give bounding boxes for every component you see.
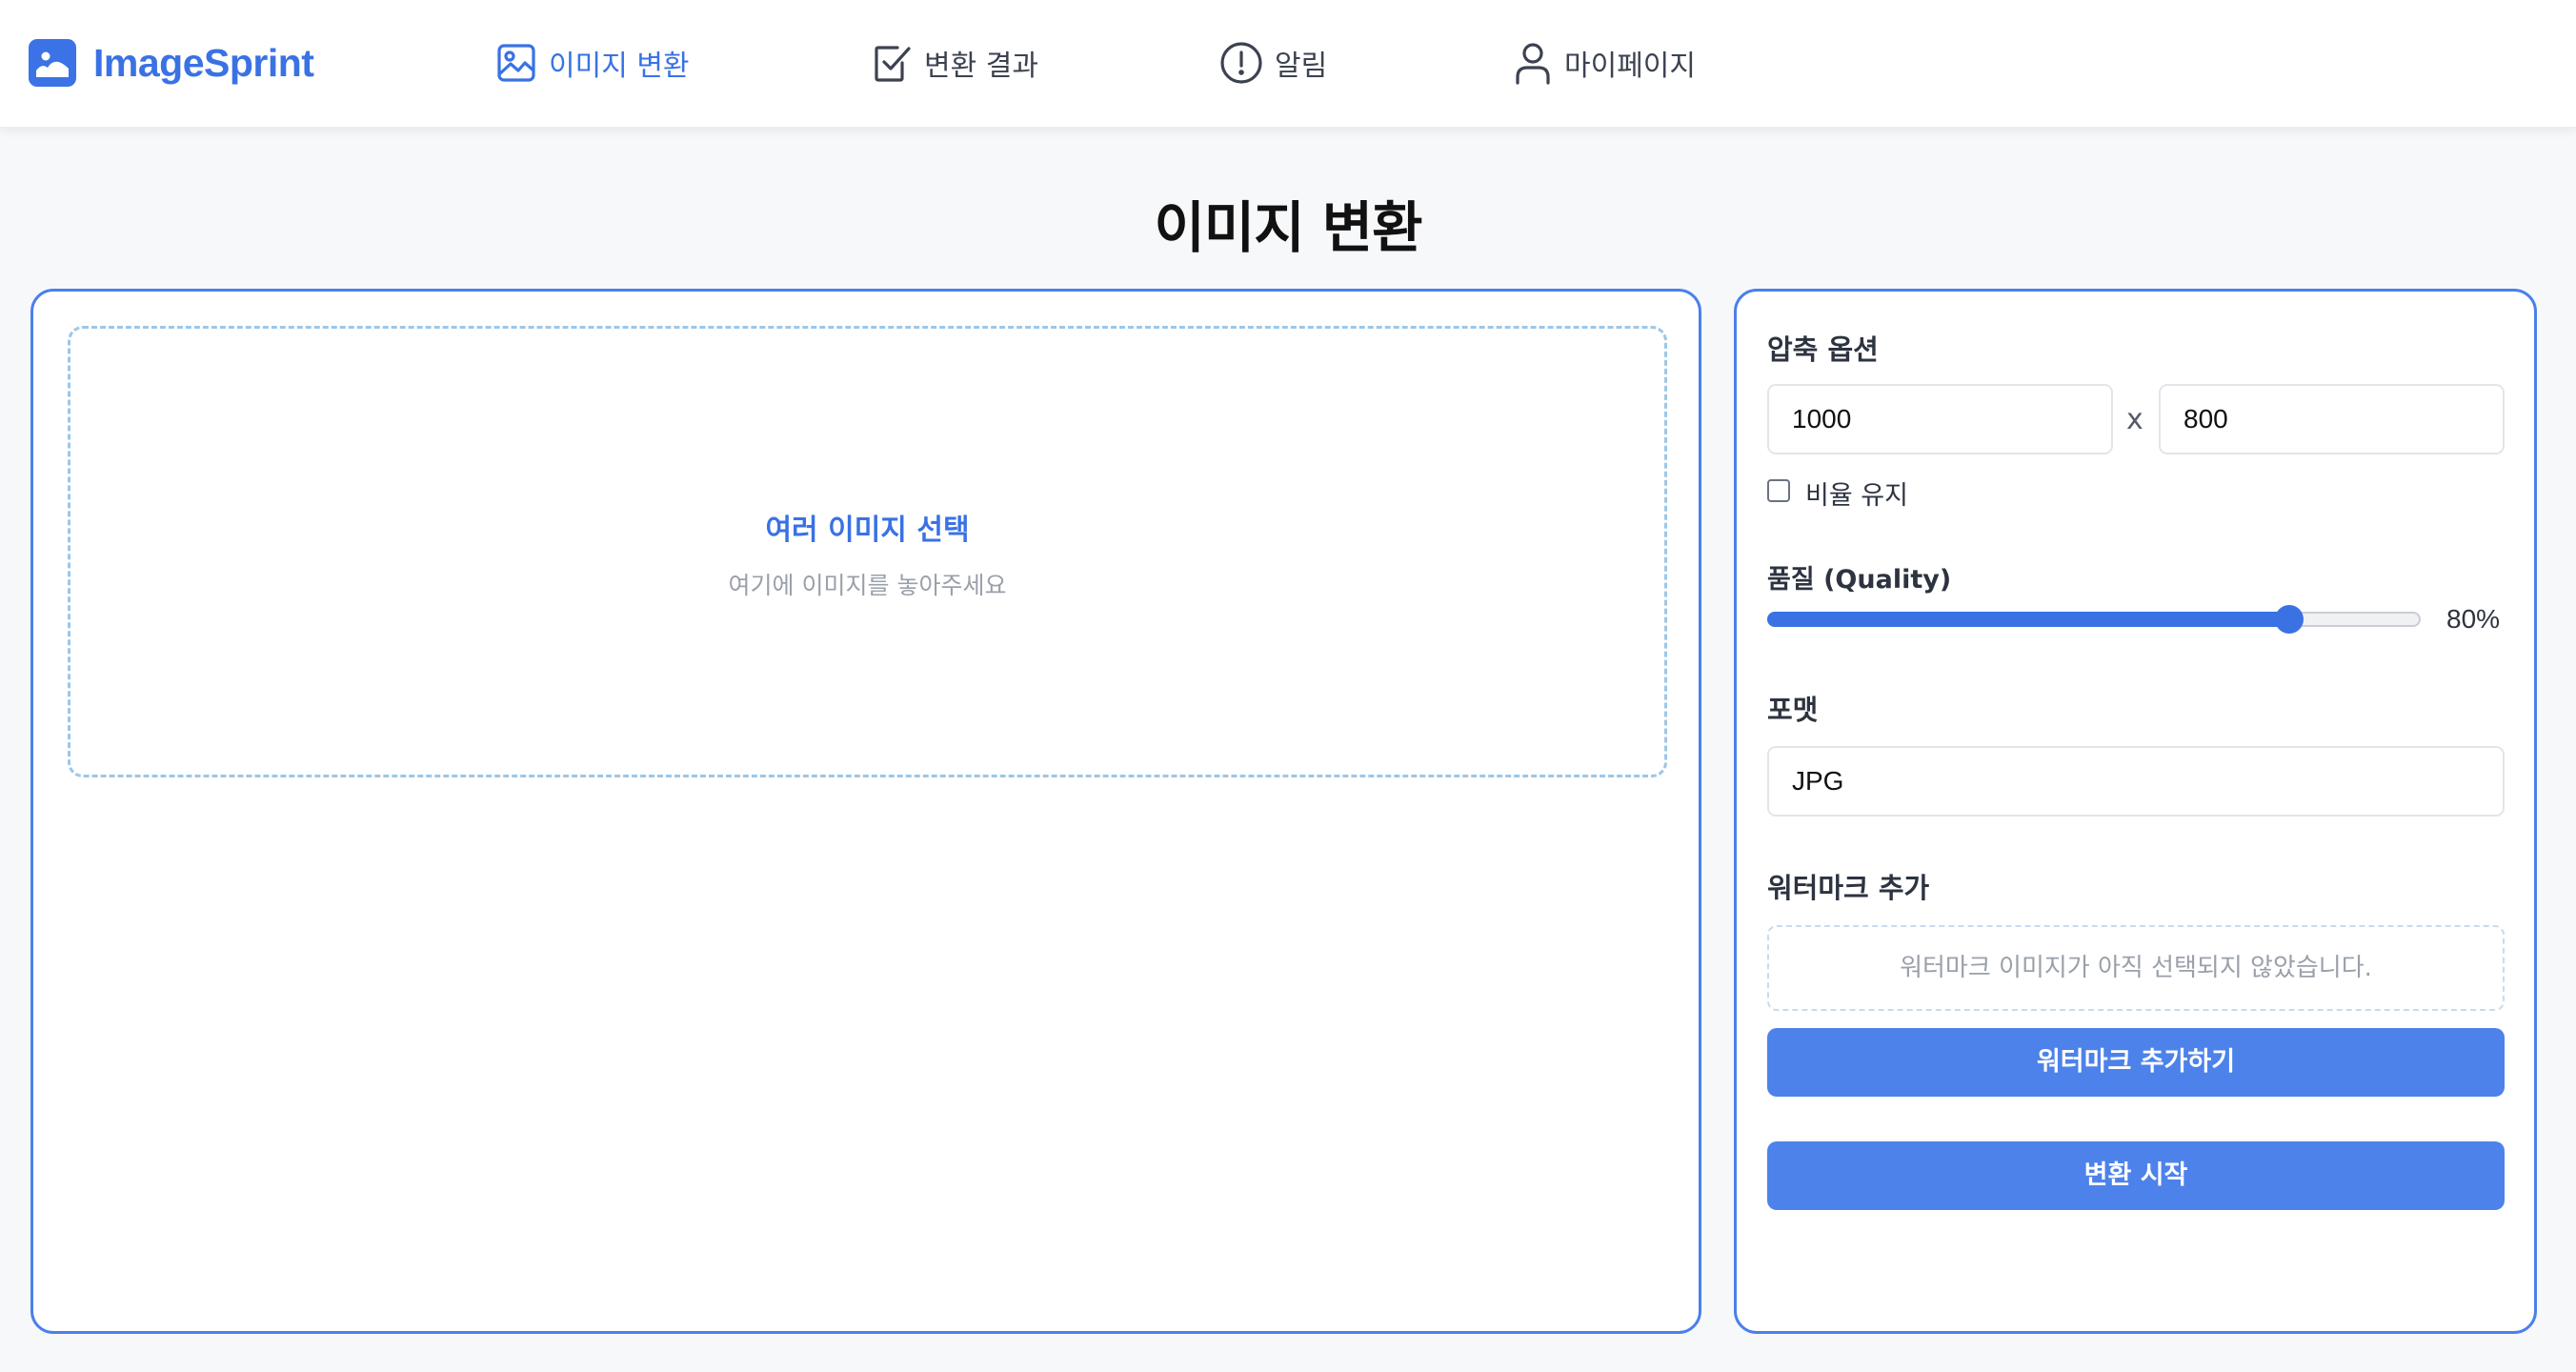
quality-slider[interactable]: [1767, 605, 2421, 634]
watermark-label: 워터마크 추가: [1767, 872, 1930, 904]
dimension-separator: x: [2126, 403, 2143, 436]
compression-options-label: 압축 옵션: [1767, 333, 1879, 366]
nav-label: 이미지 변환: [549, 50, 690, 83]
add-watermark-button[interactable]: 워터마크 추가하기: [1767, 1028, 2505, 1097]
upload-panel: 여러 이미지 선택 여기에 이미지를 놓아주세요: [30, 289, 1701, 1334]
quality-slider-fill: [1767, 612, 2289, 627]
keep-ratio-label: 비율 유지: [1805, 481, 1908, 511]
nav-my-page[interactable]: 마이페이지: [1513, 38, 1696, 88]
height-input[interactable]: 800: [2159, 384, 2505, 454]
options-panel: 압축 옵션 1000 x 800 비율 유지 품질 (Quality) 80% …: [1734, 289, 2537, 1334]
nav-label: 마이페이지: [1564, 50, 1696, 83]
app-logo[interactable]: ImageSprint: [29, 38, 314, 88]
image-dropzone[interactable]: 여러 이미지 선택 여기에 이미지를 놓아주세요: [68, 326, 1667, 777]
dropzone-hint: 여기에 이미지를 놓아주세요: [728, 572, 1007, 599]
keep-ratio-checkbox[interactable]: [1767, 479, 1790, 502]
quality-slider-thumb[interactable]: [2275, 605, 2304, 634]
nav-label: 변환 결과: [924, 50, 1038, 83]
app-name: ImageSprint: [93, 40, 314, 85]
nav-label: 알림: [1275, 50, 1328, 83]
watermark-preview: 워터마크 이미지가 아직 선택되지 않았습니다.: [1767, 925, 2505, 1011]
check-square-icon: [871, 42, 913, 84]
nav-convert-results[interactable]: 변환 결과: [871, 38, 1038, 88]
format-select[interactable]: JPG: [1767, 746, 2505, 817]
quality-label: 품질 (Quality): [1767, 565, 1952, 595]
image-icon: [495, 42, 537, 84]
alert-circle-icon: [1219, 41, 1263, 85]
page-title: 이미지 변환: [1154, 195, 1423, 260]
select-images-link[interactable]: 여러 이미지 선택: [70, 506, 1664, 548]
format-label: 포맷: [1767, 694, 1819, 726]
nav-notifications[interactable]: 알림: [1219, 38, 1327, 88]
start-convert-button[interactable]: 변환 시작: [1767, 1141, 2505, 1210]
top-nav-bar: ImageSprint 이미지 변환 변환 결과 알림 마이페이지: [0, 0, 2576, 128]
quality-value: 80%: [2446, 604, 2501, 634]
image-icon: [29, 39, 76, 87]
user-icon: [1513, 41, 1553, 85]
nav-image-convert[interactable]: 이미지 변환: [495, 38, 690, 88]
width-input[interactable]: 1000: [1767, 384, 2113, 454]
